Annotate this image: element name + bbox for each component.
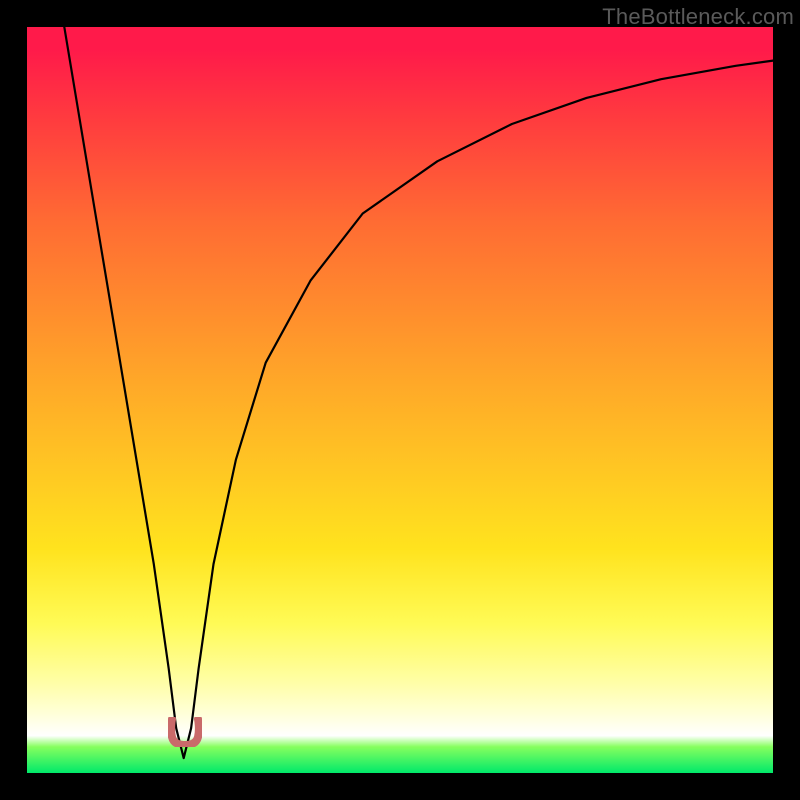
minimum-marker (168, 717, 202, 747)
plot-area (27, 27, 773, 773)
bottleneck-curve (27, 27, 773, 773)
chart-frame: TheBottleneck.com (0, 0, 800, 800)
watermark-text: TheBottleneck.com (602, 4, 794, 30)
